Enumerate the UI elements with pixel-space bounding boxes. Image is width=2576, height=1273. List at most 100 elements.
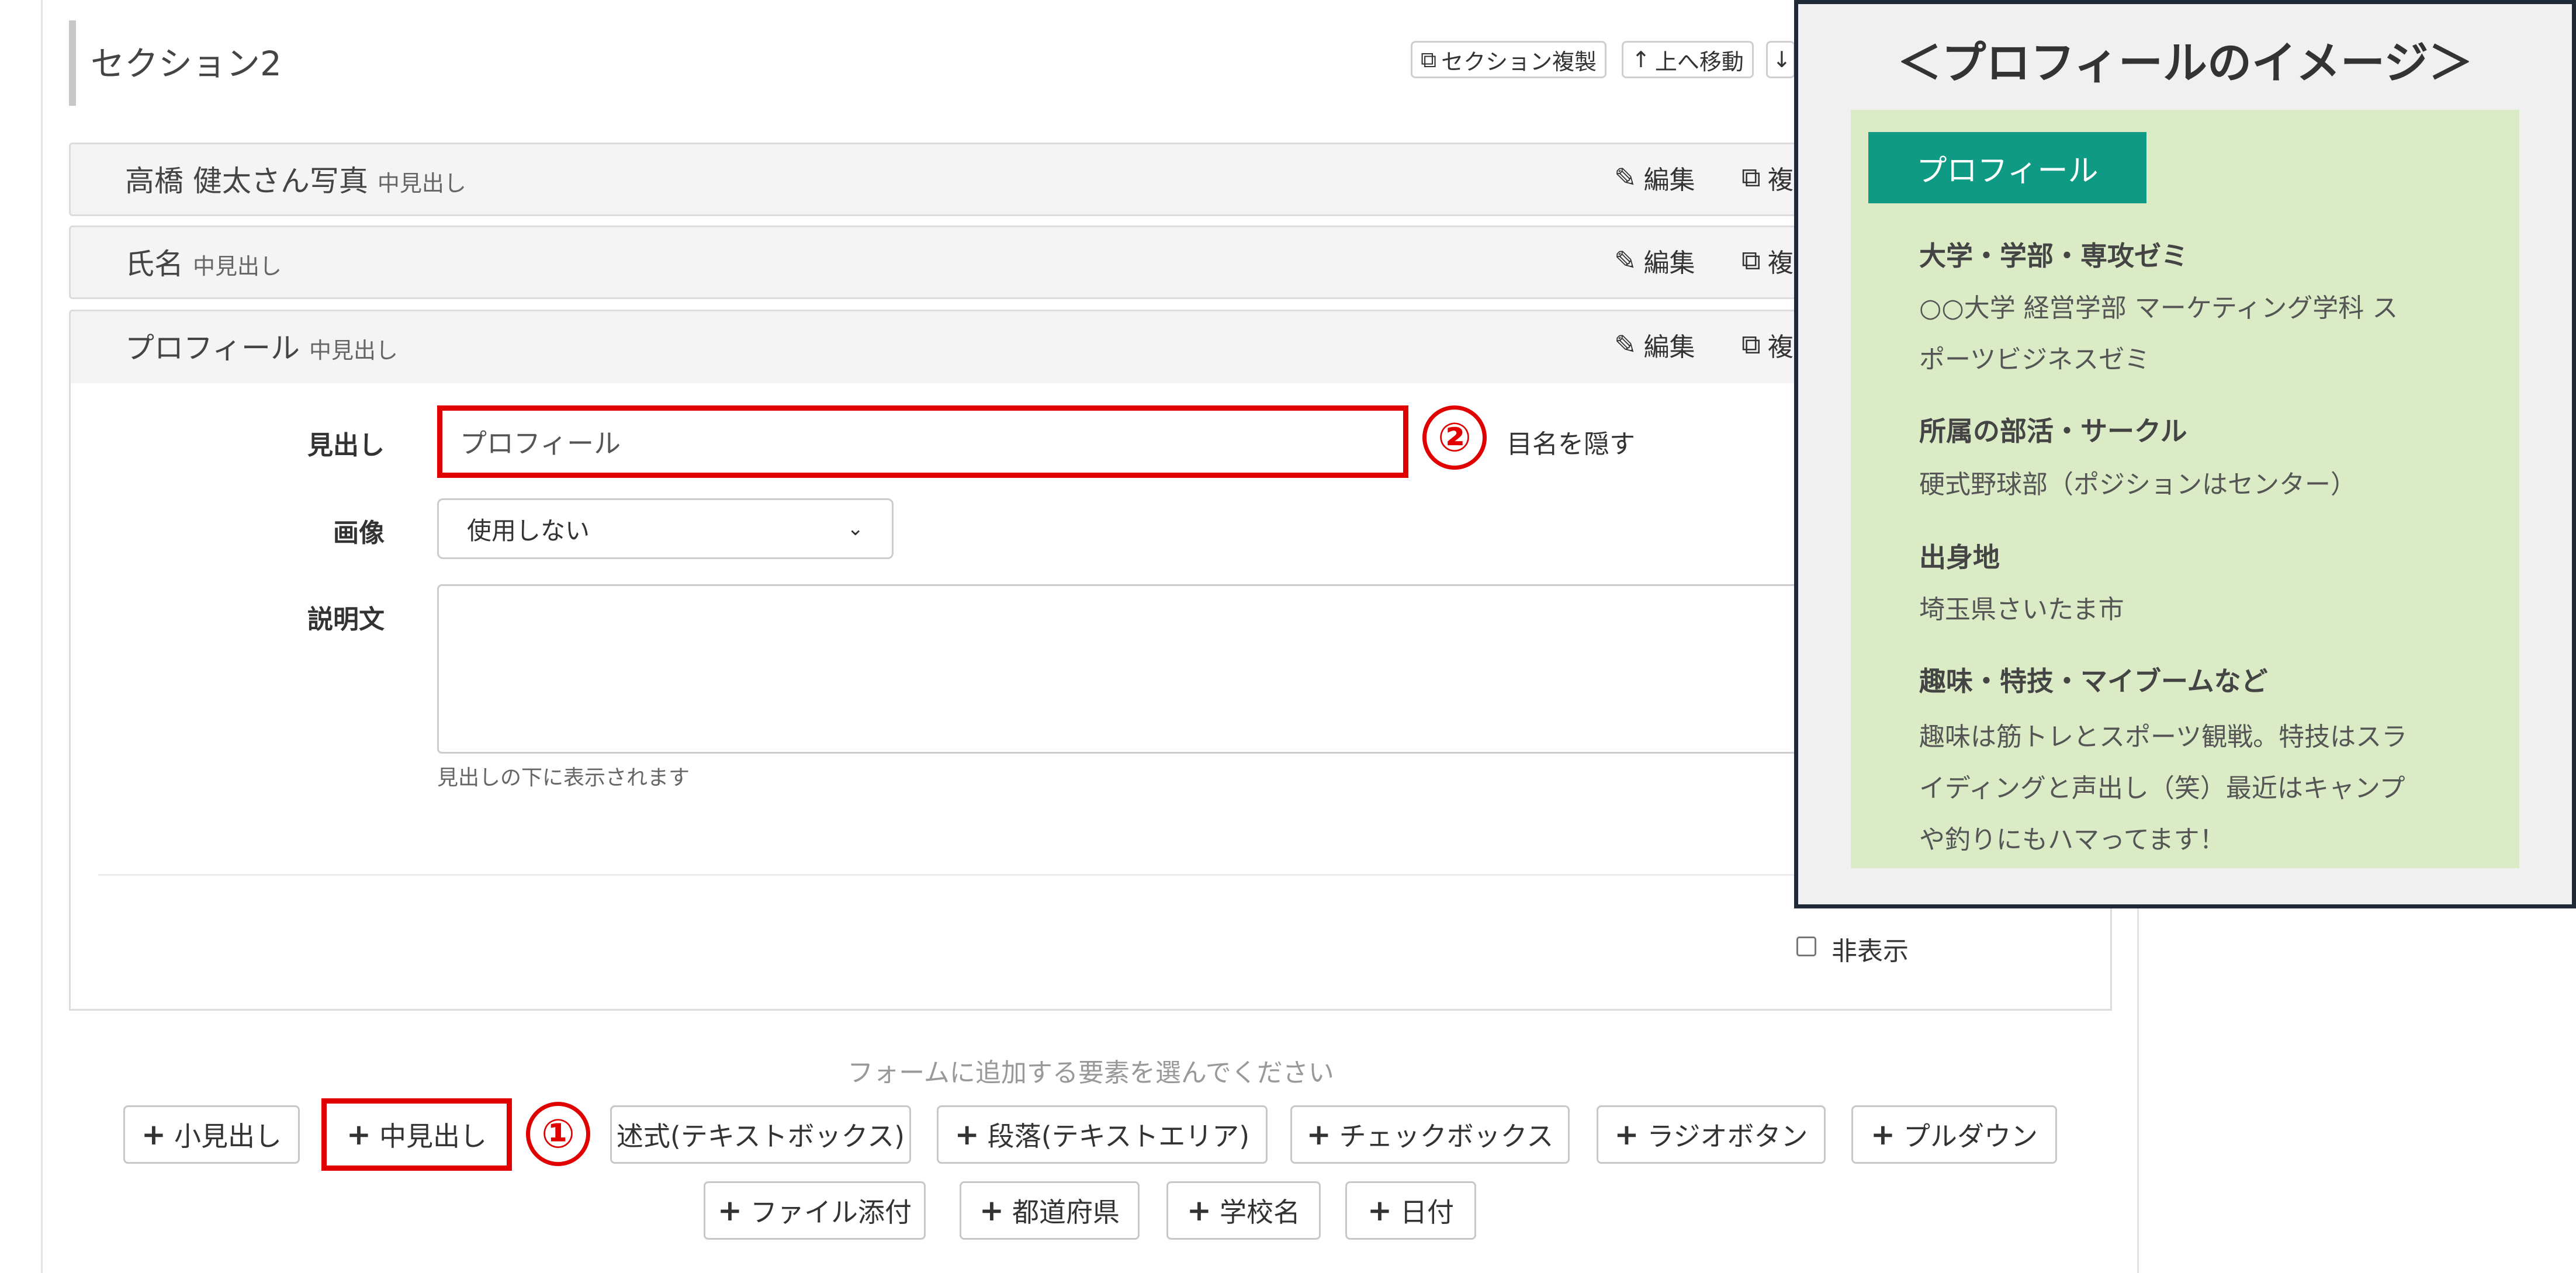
copy-icon: ⧉	[1741, 161, 1761, 193]
chevron-down-icon: ⌄	[847, 517, 864, 540]
add-date-button[interactable]: + 日付	[1345, 1181, 1476, 1240]
pencil-icon: ✎	[1614, 329, 1637, 360]
plus-icon: +	[1367, 1194, 1392, 1227]
copy-button[interactable]: ⧉ 複	[1741, 159, 1793, 196]
arrow-up-icon: ↑	[1632, 47, 1650, 72]
profile-item-value: 埼玉県さいたま市	[1919, 584, 2504, 636]
add-button-label: プルダウン	[1903, 1121, 2038, 1152]
row-title: プロフィール 中見出し	[125, 325, 398, 367]
move-down-button[interactable]: ↓	[1766, 41, 1795, 78]
add-checkbox-button[interactable]: + チェックボックス	[1290, 1105, 1570, 1164]
section-title: セクション2	[91, 44, 282, 84]
add-small-heading-button[interactable]: + 小見出し	[123, 1105, 300, 1164]
plus-icon: +	[141, 1118, 166, 1151]
image-field-label: 画像	[333, 518, 385, 548]
row-subtitle: 中見出し	[193, 254, 282, 279]
heading-field-label: 見出し	[307, 431, 385, 460]
description-help-text: 見出しの下に表示されます	[437, 766, 690, 790]
add-dropdown-button[interactable]: + プルダウン	[1851, 1105, 2057, 1164]
row-title: 高橋 健太さん写真 中見出し	[125, 158, 466, 200]
move-up-label: 上へ移動	[1654, 48, 1744, 75]
edit-label: 編集	[1643, 165, 1695, 195]
profile-value-line: ○○大学 経営学部 マーケティング学科 ス	[1919, 293, 2398, 323]
hide-item-name-label[interactable]: 目名を隠す	[1507, 423, 1635, 460]
add-button-label: 日付	[1400, 1196, 1454, 1228]
heading-input-value: プロフィール	[460, 428, 621, 459]
plus-icon: +	[1871, 1118, 1895, 1151]
profile-value-line: ポーツビジネスゼミ	[1919, 345, 2151, 374]
add-medium-heading-button[interactable]: + 中見出し	[321, 1098, 512, 1171]
duplicate-section-button[interactable]: ⧉ セクション複製	[1411, 41, 1607, 78]
add-prefecture-button[interactable]: + 都道府県	[960, 1181, 1140, 1240]
row-title: 氏名 中見出し	[125, 241, 282, 283]
add-button-label: チェックボックス	[1339, 1121, 1554, 1152]
pencil-icon: ✎	[1614, 162, 1637, 193]
profile-item-label: 出身地	[1919, 542, 2000, 573]
add-button-label: 学校名	[1219, 1196, 1300, 1228]
add-file-button[interactable]: + ファイル添付	[704, 1181, 926, 1240]
copy-label: 複	[1767, 165, 1793, 195]
add-radio-button[interactable]: + ラジオボタン	[1597, 1105, 1826, 1164]
profile-item-value: 趣味は筋トレとスポーツ観戦。特技はスラ イディングと声出し（笑）最近はキャンプ …	[1919, 712, 2504, 866]
copy-label: 複	[1767, 332, 1793, 362]
plus-icon: +	[1187, 1194, 1211, 1227]
edit-label: 編集	[1643, 332, 1695, 362]
arrow-down-icon: ↓	[1772, 47, 1791, 72]
move-up-button[interactable]: ↑ 上へ移動	[1622, 41, 1754, 78]
copy-button[interactable]: ⧉ 複	[1741, 242, 1793, 279]
edit-button[interactable]: ✎ 編集	[1614, 242, 1695, 279]
plus-icon: +	[347, 1118, 371, 1151]
copy-button[interactable]: ⧉ 複	[1741, 326, 1793, 363]
add-button-label: ラジオボタン	[1647, 1121, 1808, 1152]
profile-value-line: や釣りにもハマってます！	[1919, 825, 2225, 855]
profile-value-line: 趣味は筋トレとスポーツ観戦。特技はスラ	[1919, 722, 2408, 752]
plus-icon: +	[718, 1194, 742, 1227]
add-school-button[interactable]: + 学校名	[1166, 1181, 1321, 1240]
add-textbox-button[interactable]: 述式(テキストボックス)	[610, 1105, 911, 1164]
step-2-marker: ②	[1422, 405, 1487, 470]
add-textarea-button[interactable]: + 段落(テキストエリア)	[937, 1105, 1268, 1164]
edit-button[interactable]: ✎ 編集	[1614, 159, 1695, 196]
row-title-text: 氏名	[125, 247, 183, 281]
profile-item-label: 趣味・特技・マイブームなど	[1919, 665, 2268, 697]
pencil-icon: ✎	[1614, 245, 1637, 276]
profile-value-line: 硬式野球部（ポジションはセンター）	[1919, 470, 2356, 500]
add-button-label: ファイル添付	[750, 1196, 912, 1228]
hidden-checkbox-label: 非表示	[1831, 936, 1909, 966]
heading-input[interactable]: プロフィール	[437, 405, 1408, 478]
row-title-text: 高橋 健太さん写真	[125, 164, 368, 198]
copy-icon: ⧉	[1741, 244, 1761, 276]
profile-item-value: ○○大学 経営学部 マーケティング学科 ス ポーツビジネスゼミ	[1919, 283, 2504, 386]
description-field-label: 説明文	[307, 605, 385, 634]
plus-icon: +	[1306, 1118, 1331, 1151]
copy-label: 複	[1767, 248, 1793, 278]
edit-button[interactable]: ✎ 編集	[1614, 326, 1695, 363]
add-button-label: 都道府県	[1012, 1196, 1120, 1228]
profile-preview-title: ＜プロフィールのイメージ＞	[1897, 37, 2473, 89]
row-subtitle: 中見出し	[377, 171, 466, 196]
add-button-label: 中見出し	[379, 1121, 487, 1152]
add-element-prompt: フォームに追加する要素を選んでください	[847, 1058, 1334, 1088]
plus-icon: +	[954, 1118, 979, 1151]
add-button-label: 小見出し	[174, 1121, 282, 1152]
duplicate-section-label: セクション複製	[1441, 48, 1597, 75]
row-subtitle: 中見出し	[309, 338, 399, 363]
plus-icon: +	[1614, 1118, 1639, 1151]
row-title-text: プロフィール	[125, 331, 300, 365]
profile-item-value: 硬式野球部（ポジションはセンター）	[1919, 459, 2504, 511]
step-1-marker: ①	[526, 1102, 590, 1166]
profile-heading-badge: プロフィール	[1868, 132, 2146, 203]
profile-item-label: 所属の部活・サークル	[1919, 415, 2187, 447]
profile-value-line: 埼玉県さいたま市	[1919, 595, 2124, 625]
image-select-value: 使用しない	[467, 516, 590, 545]
add-button-label: 述式(テキストボックス)	[616, 1121, 905, 1152]
copy-icon: ⧉	[1421, 46, 1437, 72]
edit-label: 編集	[1643, 248, 1695, 278]
profile-value-line: イディングと声出し（笑）最近はキャンプ	[1919, 773, 2405, 803]
hidden-checkbox[interactable]	[1796, 936, 1816, 956]
profile-item-label: 大学・学部・専攻ゼミ	[1919, 240, 2188, 272]
image-select[interactable]: 使用しない ⌄	[437, 498, 894, 559]
section-accent-bar	[69, 20, 76, 106]
copy-icon: ⧉	[1741, 328, 1761, 360]
plus-icon: +	[979, 1194, 1004, 1227]
